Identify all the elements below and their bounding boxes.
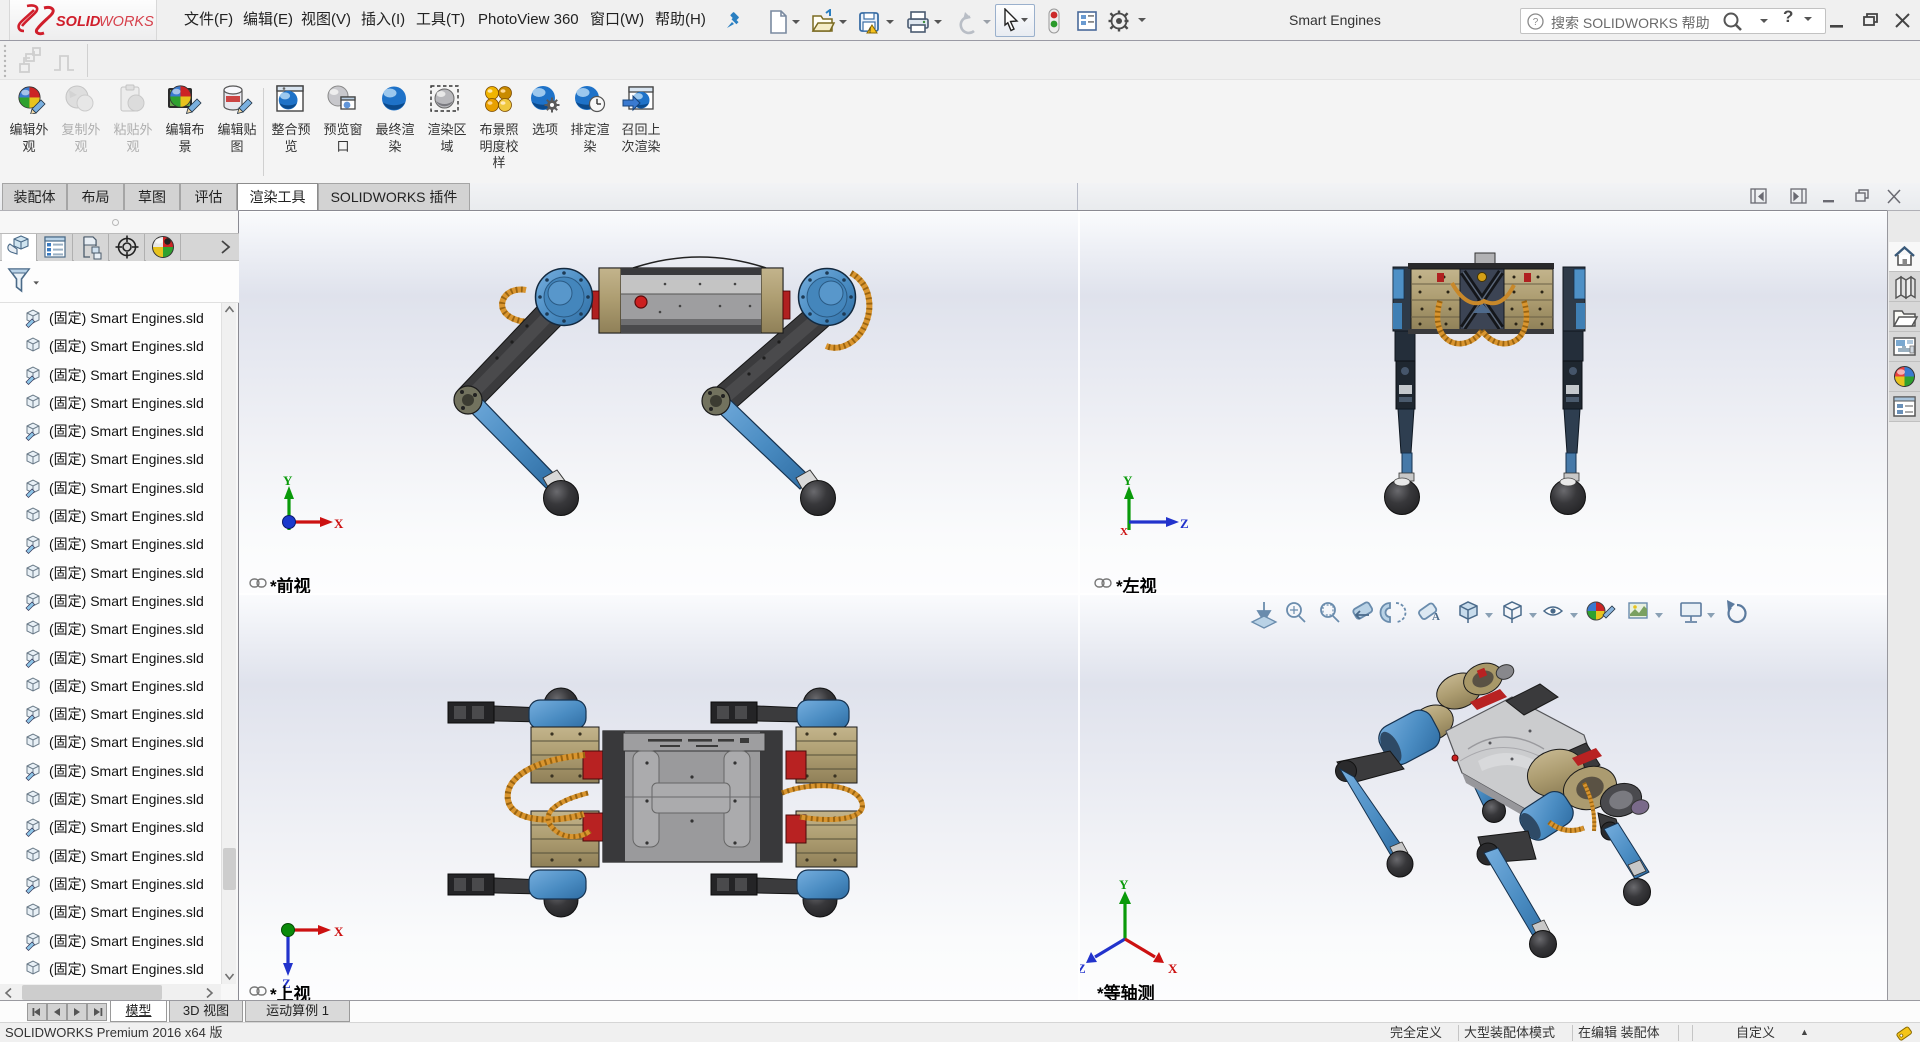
svg-text:SOLID: SOLID — [56, 14, 101, 30]
svg-text:*等轴测: *等轴测 — [1097, 983, 1155, 1001]
svg-text:Y: Y — [283, 473, 293, 488]
svg-text:!: ! — [869, 28, 871, 35]
svg-text:?: ? — [1533, 17, 1539, 28]
svg-text:X: X — [1120, 526, 1128, 538]
svg-text:*左视: *左视 — [1116, 576, 1157, 593]
svg-text:*前视: *前视 — [270, 576, 311, 593]
svg-text:X: X — [334, 924, 344, 939]
svg-text:Z: Z — [1080, 961, 1086, 976]
svg-text:Y: Y — [1119, 877, 1129, 892]
svg-text:*上视: *上视 — [270, 984, 311, 1001]
svg-text:A: A — [1432, 611, 1440, 623]
svg-text:Y: Y — [1123, 473, 1133, 488]
svg-text:X: X — [1168, 961, 1178, 976]
svg-text:X: X — [334, 516, 344, 531]
svg-text:Z: Z — [1180, 516, 1189, 531]
svg-text:WORKS: WORKS — [99, 14, 154, 30]
